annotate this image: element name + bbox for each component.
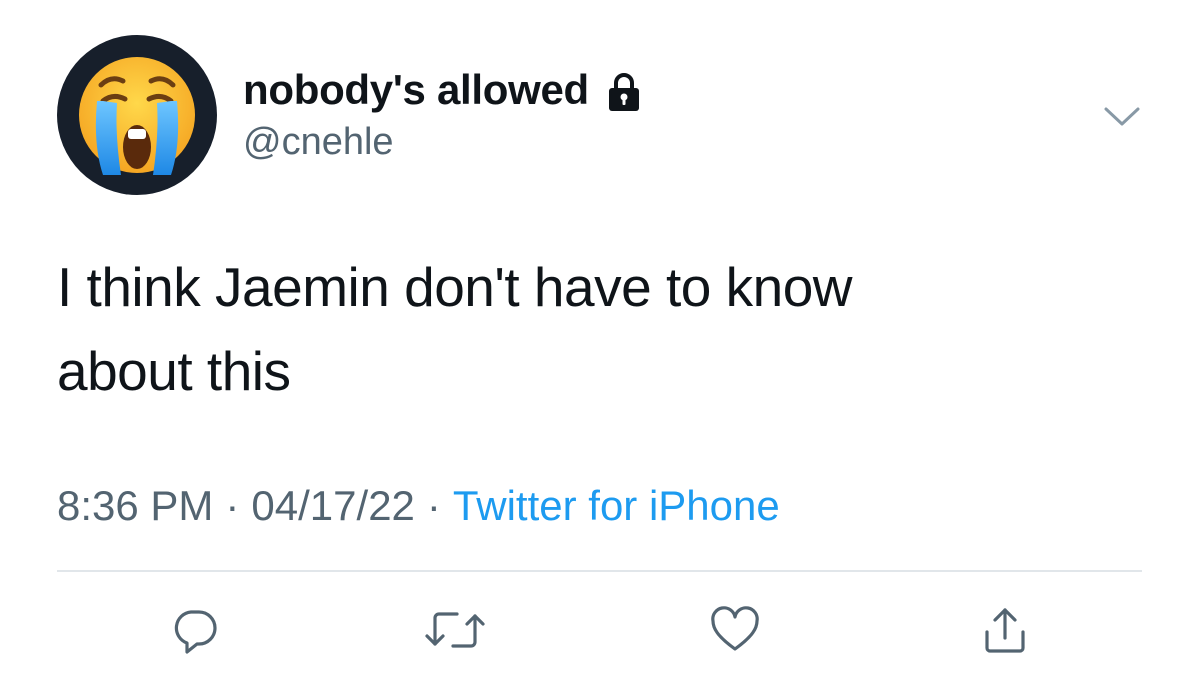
like-button[interactable] — [700, 595, 770, 665]
user-handle[interactable]: @cnehle — [243, 121, 394, 164]
retweet-icon — [425, 612, 485, 648]
reply-icon — [174, 610, 217, 654]
tweet-text: I think Jaemin don't have to know about … — [57, 245, 1137, 413]
meta-separator: · — [225, 482, 240, 529]
tweet-card: nobody's allowed @cnehle I think Jaemin … — [0, 0, 1200, 699]
share-icon — [985, 608, 1025, 653]
display-name[interactable]: nobody's allowed — [243, 66, 589, 114]
retweet-button[interactable] — [420, 595, 490, 665]
action-bar — [0, 595, 1200, 670]
share-button[interactable] — [970, 595, 1040, 665]
tweet-source-link[interactable]: Twitter for iPhone — [453, 482, 780, 530]
meta-separator: · — [426, 482, 441, 529]
avatar[interactable] — [57, 35, 217, 195]
tweet-text-line: I think Jaemin don't have to know — [57, 256, 853, 318]
chevron-down-icon — [1104, 107, 1140, 126]
heart-icon — [711, 606, 759, 651]
tweet-time[interactable]: 8:36 PM — [57, 482, 213, 530]
divider — [57, 570, 1142, 572]
more-options-button[interactable] — [1100, 95, 1144, 139]
crying-face-emoji-icon — [79, 57, 195, 175]
reply-button[interactable] — [160, 595, 230, 665]
author-name-row[interactable]: nobody's allowed — [243, 62, 645, 118]
tweet-meta: 8:36 PM · 04/17/22 · Twitter for iPhone — [57, 482, 780, 530]
tweet-date[interactable]: 04/17/22 — [251, 482, 415, 530]
tweet-text-line: about this — [57, 340, 291, 402]
lock-icon — [603, 71, 645, 113]
